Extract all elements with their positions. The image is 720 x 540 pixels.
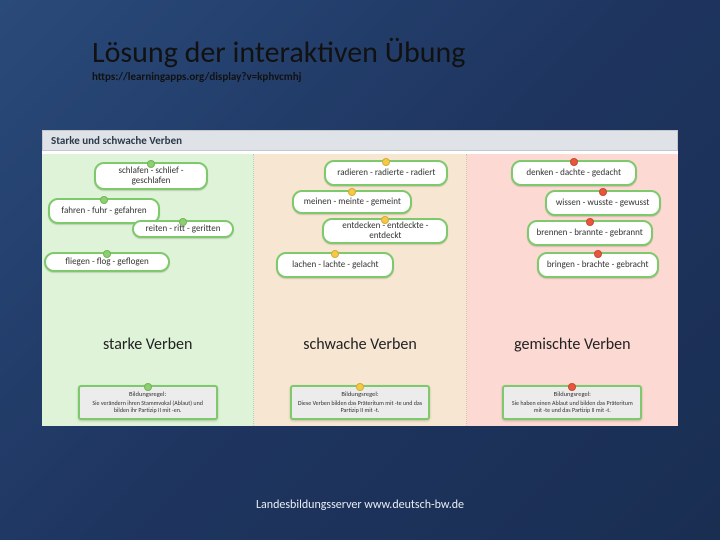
column-gemischte: denken - dachte - gedacht wissen - wusst…: [467, 154, 678, 426]
pin-icon: [100, 196, 108, 204]
card-text: brennen - brannte - gebrannt: [536, 228, 642, 238]
card-text: fliegen - flog - geflogen: [65, 257, 149, 267]
card-text: denken - dachte - gedacht: [526, 168, 621, 178]
verb-card[interactable]: bringen - brachte - gebracht: [537, 252, 659, 278]
pin-icon: [331, 250, 339, 258]
verb-card[interactable]: schlafen - schlief - geschlafen: [94, 162, 208, 190]
pin-icon: [381, 216, 389, 224]
column-starke: schlafen - schlief - geschlafen fahren -…: [42, 154, 254, 426]
pin-icon: [147, 160, 155, 168]
verb-card[interactable]: lachen - lachte - gelacht: [276, 252, 394, 278]
rule-card[interactable]: Bildungsregel: Sie verändern ihren Stamm…: [78, 385, 218, 420]
rule-card[interactable]: Bildungsregel: Sie haben einen Ablaut un…: [502, 385, 642, 420]
pin-icon: [599, 188, 607, 196]
pin-icon: [586, 218, 594, 226]
category-label: schwache Verben: [254, 336, 465, 354]
rule-body: Sie haben einen Ablaut und bilden das Pr…: [512, 399, 633, 414]
column-schwache: radieren - radierte - radiert meinen - m…: [254, 154, 466, 426]
category-label: gemischte Verben: [467, 336, 678, 354]
card-text: schlafen - schlief - geschlafen: [102, 166, 200, 187]
card-text: meinen - meinte - gemeint: [304, 197, 401, 207]
category-label: starke Verben: [42, 336, 253, 354]
pin-icon: [570, 158, 578, 166]
slide-url: https://learningapps.org/display?v=kphvc…: [92, 70, 301, 83]
rule-body: Sie verändern ihren Stammvokal (Ablaut) …: [92, 399, 202, 414]
verb-card[interactable]: radieren - radierte - radiert: [324, 160, 448, 186]
pin-icon: [103, 250, 111, 258]
card-text: wissen - wusste - gewusst: [556, 198, 650, 208]
card-text: radieren - radierte - radiert: [337, 168, 435, 178]
learningapps-frame: Starke und schwache Verben ? schlafen - …: [42, 130, 678, 426]
verb-card[interactable]: meinen - meinte - gemeint: [292, 190, 412, 214]
app-title: Starke und schwache Verben: [42, 130, 678, 151]
rule-body: Diese Verben bilden das Präteritum mit -…: [298, 399, 422, 414]
pin-icon: [179, 218, 187, 226]
pin-icon: [382, 158, 390, 166]
sorting-board: schlafen - schlief - geschlafen fahren -…: [42, 154, 678, 426]
verb-card[interactable]: brennen - brannte - gebrannt: [527, 220, 653, 246]
pin-icon: [144, 383, 152, 391]
rule-title: Bildungsregel:: [297, 391, 423, 399]
verb-card[interactable]: denken - dachte - gedacht: [511, 160, 637, 186]
rule-title: Bildungsregel:: [85, 391, 211, 399]
rule-card[interactable]: Bildungsregel: Diese Verben bilden das P…: [290, 385, 430, 420]
verb-card[interactable]: reiten - ritt - geritten: [132, 220, 234, 238]
card-text: bringen - brachte - gebracht: [547, 260, 649, 270]
card-text: lachen - lachte - gelacht: [292, 260, 378, 270]
pin-icon: [348, 188, 356, 196]
slide-title: Lösung der interaktiven Übung: [92, 34, 465, 71]
verb-card[interactable]: wissen - wusste - gewusst: [545, 190, 661, 216]
verb-card[interactable]: entdecken - entdeckte - entdeckt: [322, 218, 448, 244]
verb-card[interactable]: fliegen - flog - geflogen: [44, 252, 170, 272]
pin-icon: [568, 383, 576, 391]
slide-footer: Landesbildungsserver www.deutsch-bw.de: [0, 498, 720, 512]
pin-icon: [594, 250, 602, 258]
card-text: fahren - fuhr - gefahren: [61, 206, 146, 216]
rule-title: Bildungsregel:: [509, 391, 635, 399]
pin-icon: [356, 383, 364, 391]
